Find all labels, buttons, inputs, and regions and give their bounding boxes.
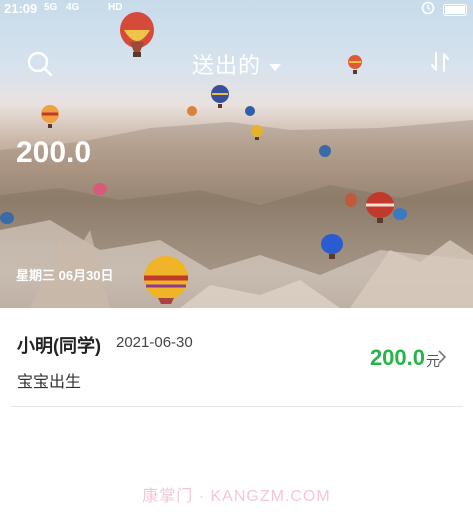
record-name: 小明(同学) [17,336,101,356]
balloon-decoration [211,85,229,108]
caret-down-icon [269,63,281,71]
balloon-decoration [0,212,14,224]
balloon-decoration [144,256,188,304]
sort-button[interactable] [429,50,451,74]
page-title: 送出的 [191,53,261,78]
balloon-decoration [393,208,407,220]
balloon-decoration [245,106,255,116]
alarm-icon [421,1,435,18]
balloon-decoration [41,105,59,128]
record-row[interactable]: 小明(同学) 2021-06-30 宝宝出生 200.0 元 [0,308,473,406]
watermark: 康掌门 · KANGZM.COM [142,488,331,505]
signal-icon-2: 4G [66,2,80,13]
balloon-decoration [345,193,357,207]
record-note: 宝宝出生 [17,374,82,391]
sort-icon [431,52,449,72]
balloon-decoration [348,55,362,74]
battery-icon [443,3,467,16]
divider [10,406,463,407]
record-date: 2021-06-30 [116,334,193,351]
balloon-decoration [93,183,107,195]
balloon-decoration [120,12,154,57]
balloon-decoration [321,234,343,259]
title-dropdown[interactable]: 送出的 [0,48,473,80]
record-amount: 200.0 [369,345,425,370]
signal-icon: 5G [44,2,58,13]
balloon-decoration [187,106,197,116]
hero-banner: 21:09 5G 4G HD 送出的 200.0 星期三 06月30日 [0,0,473,308]
balloon-decoration [366,192,394,223]
chevron-right-icon [438,350,447,364]
balloon-decoration [319,145,331,157]
total-amount: 200.0 [16,136,92,169]
balloon-decoration [251,125,263,140]
status-time: 21:09 [4,1,38,16]
summary-date: 星期三 06月30日 [16,268,114,283]
status-bar: 21:09 5G 4G HD [0,0,473,18]
